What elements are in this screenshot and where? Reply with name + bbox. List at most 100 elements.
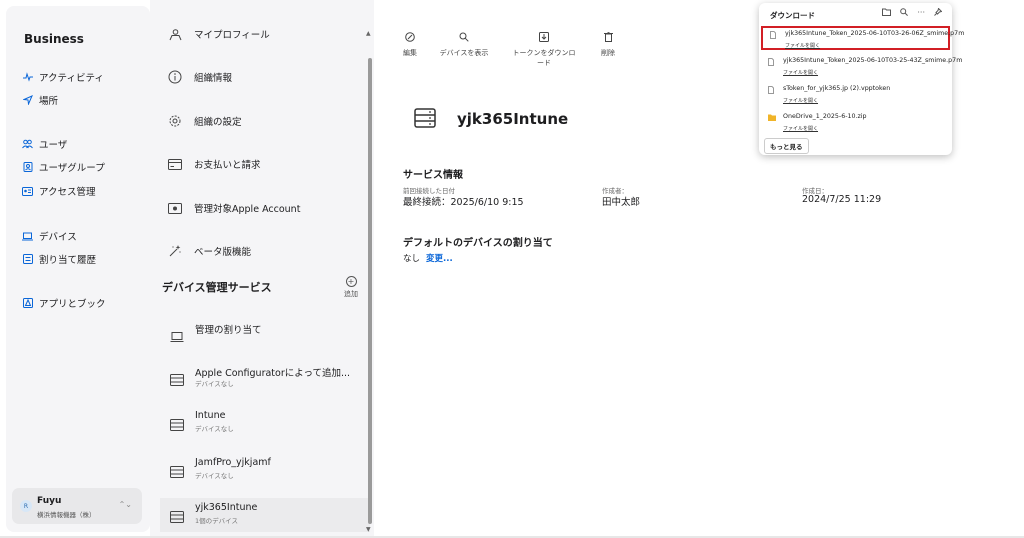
add-service-button[interactable]: + 追加: [340, 276, 362, 299]
settings-item-label: お支払いと請求: [194, 160, 261, 171]
laptop-icon: [22, 231, 33, 242]
user-name: Fuyu: [37, 496, 62, 506]
edit-label: 編集: [403, 49, 417, 57]
credit-card-icon: [168, 157, 182, 171]
folder-icon: [768, 114, 776, 123]
scroll-up-arrow-icon[interactable]: ▲: [366, 30, 371, 37]
download-token-label: トークンをダウンロ: [512, 49, 576, 57]
sidebar-item-label: デバイス: [39, 232, 77, 243]
sidebar-item-users[interactable]: ユーザ: [22, 136, 67, 152]
settings-item-my-profile[interactable]: マイプロフィール: [168, 27, 270, 41]
service-info-title: サービス情報: [403, 170, 463, 181]
server-icon: [170, 371, 184, 386]
downloads-toolbar: ···: [882, 7, 943, 18]
sidebar-item-devices[interactable]: デバイス: [22, 228, 77, 244]
settings-item-label: 管理対象Apple Account: [194, 204, 301, 215]
download-item-highlighted[interactable]: yjk365Intune_Token_2025-06-10T03-26-06Z_…: [761, 26, 964, 50]
apps-icon: [22, 298, 33, 309]
app-brand[interactable]: Business: [22, 32, 84, 46]
download-item[interactable]: OneDrive_1_2025-6-10.zip ファイルを開く: [761, 111, 950, 135]
account-switcher[interactable]: R Fuyu 横浜情報機器（株） ⌃⌄: [12, 488, 142, 524]
service-item-jamfpro[interactable]: JamfPro_yjkjamf デバイスなし: [168, 453, 368, 487]
download-file-name: OneDrive_1_2025-6-10.zip: [783, 113, 867, 120]
created-on-value: 2024/7/25 11:29: [802, 194, 882, 205]
sidebar-item-access-management[interactable]: アクセス管理: [22, 183, 96, 199]
more-icon[interactable]: ···: [917, 8, 925, 18]
show-more-button[interactable]: もっと見る: [764, 138, 809, 154]
sidebar-item-assignment-history[interactable]: 割り当て履歴: [22, 251, 96, 267]
service-item-apple-configurator[interactable]: Apple Configuratorによって追加... デバイスなし: [168, 361, 368, 395]
profile-icon: [168, 27, 182, 41]
service-title: JamfPro_yjkjamf: [195, 457, 271, 468]
sidebar-item-label: アクティビティ: [39, 73, 104, 84]
sidebar-item-apps-books[interactable]: アプリとブック: [22, 295, 106, 311]
service-item-yjk365intune[interactable]: yjk365Intune 1個のデバイス: [160, 498, 370, 532]
users-icon: [22, 139, 33, 150]
folder-icon[interactable]: [882, 8, 892, 18]
settings-item-billing[interactable]: お支払いと請求: [168, 157, 261, 171]
download-item[interactable]: sToken_for_yjk365.jp (2).vpptoken ファイルを開…: [761, 83, 950, 107]
location-arrow-icon: [22, 95, 33, 106]
server-icon: [414, 108, 436, 128]
access-card-icon: [22, 186, 33, 197]
service-title: yjk365Intune: [195, 502, 258, 513]
download-token-label-2: ード: [537, 59, 551, 67]
managed-account-icon: [168, 201, 182, 215]
service-title: 管理の割り当て: [195, 325, 262, 336]
pin-icon[interactable]: [934, 7, 943, 18]
change-link[interactable]: 変更...: [426, 252, 453, 264]
service-item-management-assignment[interactable]: 管理の割り当て: [168, 318, 368, 352]
open-file-link[interactable]: ファイルを開く: [783, 125, 818, 132]
service-subtitle: デバイスなし: [195, 425, 234, 433]
service-subtitle: デバイスなし: [195, 380, 234, 388]
show-devices-button[interactable]: デバイスを表示: [436, 32, 492, 58]
settings-item-label: マイプロフィール: [194, 30, 270, 41]
settings-item-label: 組織の設定: [194, 117, 242, 128]
sidebar-item-locations[interactable]: 場所: [22, 92, 58, 108]
service-subtitle: 1個のデバイス: [195, 517, 238, 525]
show-devices-label: デバイスを表示: [439, 49, 489, 57]
sidebar-item-activity[interactable]: アクティビティ: [22, 69, 104, 85]
trash-icon: [597, 31, 619, 45]
device-management-section-title: デバイス管理サービス: [162, 281, 272, 294]
sidebar-item-label: 割り当て履歴: [39, 255, 97, 266]
file-icon: [770, 31, 776, 41]
brand-label: Business: [24, 32, 84, 46]
service-item-intune[interactable]: Intune デバイスなし: [168, 406, 368, 440]
list-icon: [22, 254, 33, 265]
open-file-link[interactable]: ファイルを開く: [785, 42, 820, 49]
magnifier-icon: [436, 32, 492, 45]
created-by-value: 田中太郎: [602, 197, 641, 208]
download-file-name: sToken_for_yjk365.jp (2).vpptoken: [783, 85, 891, 92]
edit-button[interactable]: 編集: [399, 32, 421, 58]
downloads-title: ダウンロード: [770, 11, 815, 20]
open-file-link[interactable]: ファイルを開く: [783, 69, 818, 76]
settings-item-org-info[interactable]: 組織情報: [168, 70, 232, 84]
settings-item-managed-apple-account[interactable]: 管理対象Apple Account: [168, 201, 300, 215]
scrollbar-thumb[interactable]: [368, 58, 372, 524]
laptop-icon: [170, 328, 184, 342]
settings-item-beta-features[interactable]: ベータ版機能: [168, 244, 251, 258]
left-sidebar: Business アクティビティ 場所 ユーザ ユーザグループ アクセス管理 デ…: [6, 6, 150, 532]
page-title: yjk365Intune: [457, 110, 569, 128]
activity-icon: [22, 72, 33, 83]
gear-icon: [168, 114, 182, 128]
open-file-link[interactable]: ファイルを開く: [783, 97, 818, 104]
sidebar-item-user-groups[interactable]: ユーザグループ: [22, 159, 105, 175]
plus-circle-icon: +: [345, 276, 357, 287]
file-icon: [768, 86, 774, 96]
search-icon[interactable]: [900, 8, 909, 18]
delete-label: 削除: [601, 49, 615, 57]
sidebar-item-label: アクセス管理: [39, 187, 96, 198]
download-tray-icon: [508, 32, 580, 45]
scroll-down-arrow-icon[interactable]: ▼: [366, 526, 371, 533]
download-token-button[interactable]: トークンをダウンロ ード: [508, 32, 580, 68]
user-organization: 横浜情報機器（株）: [37, 511, 96, 519]
info-icon: [168, 70, 182, 84]
download-item[interactable]: yjk365Intune_Token_2025-06-10T03-25-43Z_…: [761, 55, 962, 79]
download-file-name: yjk365Intune_Token_2025-06-10T03-25-43Z_…: [783, 57, 963, 64]
settings-item-org-settings[interactable]: 組織の設定: [168, 114, 242, 128]
file-icon: [768, 58, 774, 68]
sidebar-item-label: ユーザ: [39, 140, 68, 151]
delete-button[interactable]: 削除: [597, 31, 619, 58]
